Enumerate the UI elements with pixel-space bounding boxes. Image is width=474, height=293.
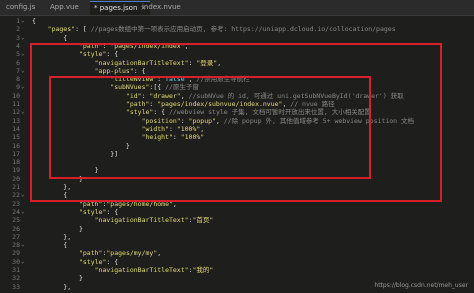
code-token: "首页" (192, 216, 214, 225)
fold-chevron-icon[interactable]: ⌄ (21, 191, 25, 199)
code-line[interactable]: "style": { (32, 208, 118, 216)
code-token: "style" (78, 257, 107, 266)
tab-3[interactable]: index.nvue (138, 1, 185, 14)
line-number: 14 (12, 124, 20, 133)
line-number: 3 (16, 33, 20, 42)
fold-chevron-icon[interactable]: ⌄ (21, 258, 25, 266)
code-token: "style" (78, 207, 107, 216)
line-number: 27 (12, 232, 20, 241)
code-token: //pages数组中第一项表示应用启动页, 参考: https://uniapp… (90, 25, 396, 34)
code-token: } (32, 224, 83, 233)
line-number: 24 (12, 207, 20, 216)
code-line[interactable]: "style": { (32, 258, 118, 266)
line-number: 30 (12, 257, 20, 266)
tab-label: App.vue (50, 3, 79, 11)
line-number: 16 (12, 141, 20, 150)
fold-chevron-icon[interactable]: ⌄ (21, 67, 25, 75)
code-token: "我的" (192, 266, 214, 274)
code-line[interactable]: }, (32, 283, 71, 291)
line-number: 1 (16, 17, 20, 25)
code-line[interactable]: "path":"pages/my/my", (32, 249, 161, 257)
line-number: 17 (12, 149, 20, 158)
code-token: "navigationBarTitleText" (94, 216, 189, 225)
line-number: 18 (12, 158, 20, 167)
line-number: 2 (16, 25, 20, 34)
code-line[interactable]: "navigationBarTitleText":"首页" (32, 216, 214, 225)
fold-chevron-icon[interactable]: ⌄ (21, 241, 25, 249)
code-token: }, (32, 282, 72, 291)
line-number: 33 (12, 282, 20, 291)
fold-chevron-icon[interactable]: ⌄ (21, 17, 25, 25)
code-token: : { (106, 207, 119, 216)
line-number: 5 (16, 50, 20, 59)
fold-chevron-icon[interactable]: ⌄ (21, 208, 25, 216)
line-number: 6 (16, 58, 20, 67)
watermark: https://blog.csdn.net/meh_user (374, 282, 468, 289)
code-token: : [ (75, 25, 91, 34)
fold-chevron-icon[interactable]: ⌄ (21, 34, 25, 42)
code-token: { (32, 17, 36, 25)
code-line[interactable]: } (32, 274, 83, 282)
line-number: 12 (12, 108, 20, 117)
fold-chevron-icon[interactable]: ⌄ (21, 83, 25, 91)
line-number: 9 (16, 83, 20, 92)
line-number: 21 (12, 183, 20, 191)
code-token: } (32, 274, 83, 283)
code-line[interactable]: { (32, 241, 67, 249)
code-token: "navigationBarTitleText" (94, 266, 189, 274)
tab-1[interactable]: App.vue (46, 1, 83, 14)
line-number: 13 (12, 116, 20, 125)
code-token: : { (106, 257, 119, 266)
line-number: 23 (12, 199, 20, 208)
code-line[interactable]: { (32, 34, 67, 42)
line-number: 10 (12, 91, 20, 100)
highlight-box-inner (49, 76, 371, 179)
code-token: , (157, 249, 162, 258)
tab-0[interactable]: config.js (2, 1, 39, 14)
line-number: 31 (12, 266, 20, 274)
line-number: 8 (16, 75, 20, 84)
tab-label: * pages.json (94, 4, 138, 12)
line-number: 29 (12, 249, 20, 258)
line-number: 20 (12, 174, 20, 183)
line-number: 19 (12, 166, 20, 175)
line-number: 4 (16, 41, 20, 50)
fold-chevron-icon[interactable]: ⌄ (21, 108, 25, 116)
code-token: { (32, 33, 68, 42)
line-number: 28 (12, 241, 20, 250)
line-number-gutter: 1 ⌄ 2 3 ⌄ 4 5 ⌄ 6 7 ⌄ 8 9 ⌄ 10 11 12 ⌄ 13 14 15 16 17 18 19 20 21 2… (0, 16, 26, 293)
code-line[interactable]: "pages": [ //pages数组中第一项表示应用启动页, 参考: htt… (32, 25, 396, 33)
code-line[interactable]: }, (32, 233, 71, 241)
code-token: "pages" (47, 25, 76, 34)
code-line[interactable]: "navigationBarTitleText":"我的" (32, 266, 214, 274)
line-number: 26 (12, 224, 20, 233)
line-number: 15 (12, 133, 20, 142)
code-line[interactable]: } (32, 225, 83, 233)
line-number: 7 (16, 66, 20, 75)
editor-tab-bar: config.js App.vue * pages.json × index.nvue (0, 0, 474, 16)
line-number: 25 (12, 216, 20, 225)
tab-label: index.nvue (142, 3, 181, 11)
code-editor[interactable]: 1 ⌄ 2 3 ⌄ 4 5 ⌄ 6 7 ⌄ 8 9 ⌄ 10 11 12 ⌄ 13 14 15 16 17 18 19 20 21 2… (0, 16, 474, 293)
code-token: "pages/my/my" (106, 249, 158, 258)
code-token: }, (32, 232, 72, 241)
fold-chevron-icon[interactable]: ⌄ (21, 50, 25, 58)
line-number: 22 (12, 191, 20, 200)
code-token: "path" (78, 249, 103, 258)
line-number: 11 (12, 100, 20, 108)
line-number: 32 (12, 274, 20, 283)
tab-label: config.js (6, 3, 36, 11)
code-token: { (32, 241, 68, 250)
